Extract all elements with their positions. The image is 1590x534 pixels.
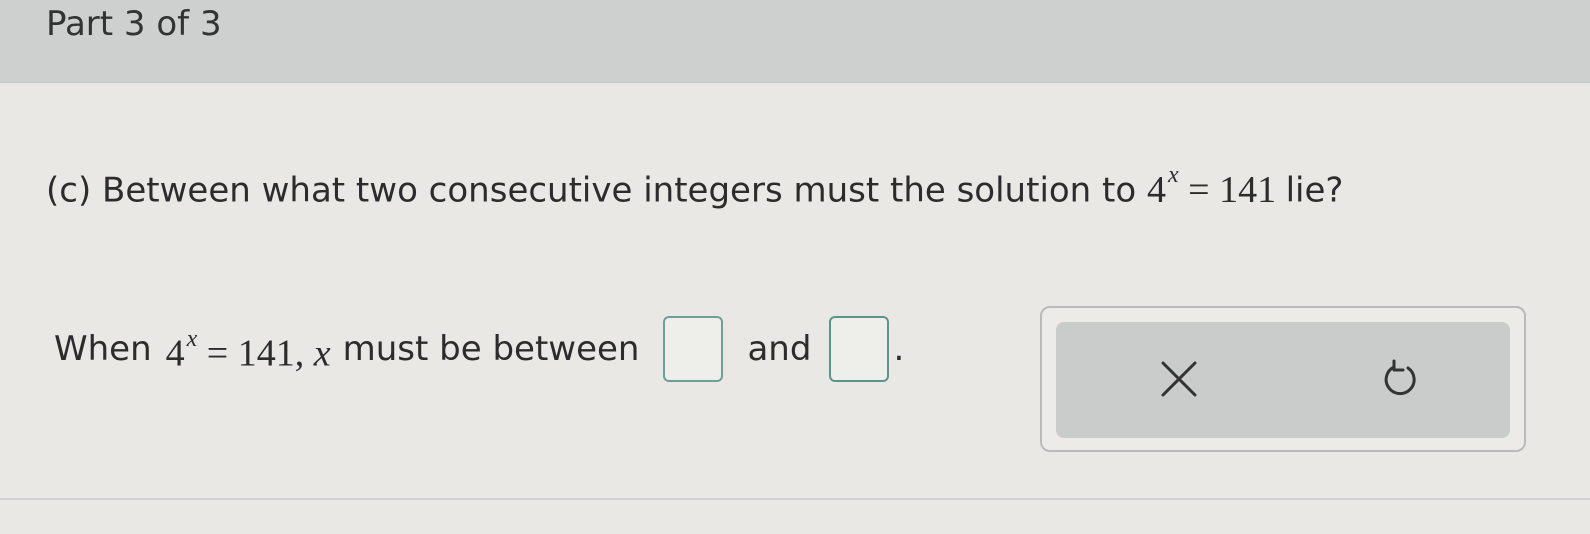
question-suffix: lie? [1285, 170, 1344, 211]
undo-icon [1384, 359, 1416, 396]
clear-button[interactable] [1152, 352, 1206, 406]
answer-middle: must be between [342, 329, 640, 369]
answer-tools-panel [1040, 306, 1526, 452]
answer-equation-rest: = 141, [206, 332, 305, 375]
question-text: (c) Between what two consecutive integer… [46, 156, 1343, 216]
answer-variable: x [313, 332, 331, 375]
question-equation: 4x = 141 [1147, 162, 1286, 211]
question-equation-rest: = 141 [1188, 168, 1277, 211]
bottom-divider [0, 498, 1590, 500]
answer-base: 4 [165, 332, 185, 375]
answer-conjunction: and [747, 329, 812, 369]
answer-equation: 4x = 141, x [166, 317, 331, 382]
part-header: Part 3 of 3 [0, 0, 1590, 83]
undo-button[interactable] [1374, 352, 1428, 406]
part-label: Part 3 of 3 [46, 4, 222, 44]
close-icon [1161, 361, 1197, 397]
answer-end-period: . [893, 329, 905, 369]
upper-integer-input[interactable] [829, 316, 890, 382]
answer-exponent: x [186, 325, 198, 352]
answer-lead: When [54, 329, 152, 369]
question-exponent: x [1168, 162, 1179, 188]
answer-tools-bar [1056, 322, 1510, 438]
answer-sentence: When 4x = 141, x must be between and . [54, 316, 904, 382]
question-prefix: (c) Between what two consecutive integer… [46, 170, 1137, 211]
question-base: 4 [1147, 168, 1166, 211]
lower-integer-input[interactable] [663, 316, 724, 382]
